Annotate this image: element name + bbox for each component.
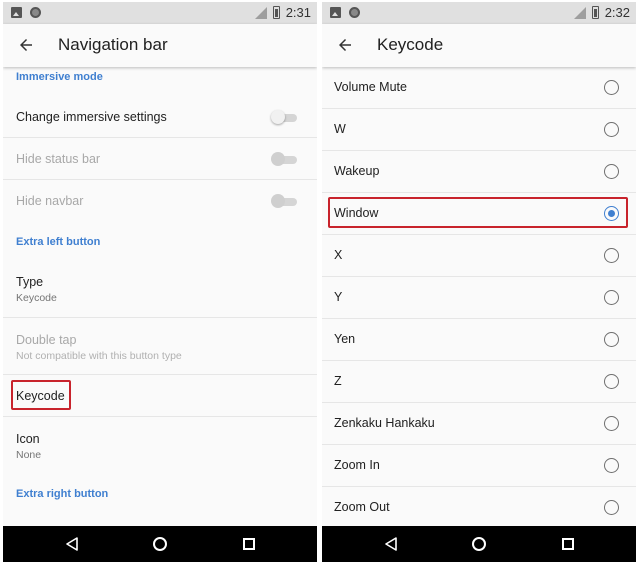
navigation-bar-settings-screen: 2:31 Navigation bar Immersive mode Chang… <box>3 2 317 562</box>
radio-button[interactable] <box>604 290 619 305</box>
arrow-back-icon[interactable] <box>336 36 354 54</box>
no-signal-icon <box>254 6 267 19</box>
highlight-box <box>11 380 71 410</box>
setting-title: Icon <box>16 432 40 446</box>
settings-list: Immersive mode Change immersive settings… <box>3 67 317 526</box>
system-nav-bar <box>322 526 636 562</box>
arrow-back-icon[interactable] <box>17 36 35 54</box>
hide-status-bar-toggle <box>271 152 297 166</box>
status-time: 2:31 <box>285 5 311 20</box>
keycode-options-list: Volume Mute W Wakeup Window X Y Yen Z Ze… <box>322 67 636 526</box>
toolbar: Keycode <box>322 24 636 67</box>
keycode-picker-screen: 2:32 Keycode Volume Mute W Wakeup Window… <box>322 2 636 562</box>
section-header-extra-right: Extra right button <box>16 488 109 500</box>
no-signal-icon <box>573 6 586 19</box>
radio-button[interactable] <box>604 122 619 137</box>
setting-title: Change immersive settings <box>16 110 167 124</box>
keycode-option-label: Yen <box>334 332 356 346</box>
setting-hide-status-bar: Hide status bar <box>3 138 317 180</box>
keycode-option-label: Wakeup <box>334 164 380 178</box>
keycode-option-label: W <box>334 122 346 136</box>
setting-title: Hide navbar <box>16 194 84 208</box>
image-icon <box>330 7 341 18</box>
nav-home-icon[interactable] <box>472 537 486 551</box>
radio-button[interactable] <box>604 80 619 95</box>
page-title: Keycode <box>377 35 444 54</box>
radio-button[interactable] <box>604 332 619 347</box>
radio-button[interactable] <box>604 458 619 473</box>
keycode-option-label: Zenkaku Hankaku <box>334 416 435 430</box>
setting-title: Hide status bar <box>16 152 101 166</box>
setting-icon[interactable]: Icon None <box>3 417 317 475</box>
setting-hide-navbar: Hide navbar <box>3 180 317 222</box>
radio-button[interactable] <box>604 416 619 431</box>
status-bar: 2:32 <box>322 2 636 24</box>
radio-button[interactable] <box>604 248 619 263</box>
keycode-option[interactable]: Yen <box>322 319 636 361</box>
radio-button[interactable] <box>604 500 619 515</box>
keycode-option-label: Zoom Out <box>334 500 390 514</box>
battery-icon <box>591 6 599 19</box>
keycode-option-selected[interactable]: Window <box>322 193 636 235</box>
setting-value: None <box>16 449 42 461</box>
nav-recents-icon[interactable] <box>562 538 574 550</box>
circle-icon <box>349 7 360 18</box>
keycode-option[interactable]: X <box>322 235 636 277</box>
radio-button[interactable] <box>604 164 619 179</box>
nav-back-icon[interactable] <box>384 537 398 551</box>
keycode-option-label: X <box>334 248 343 262</box>
status-bar: 2:31 <box>3 2 317 24</box>
circle-icon <box>30 7 41 18</box>
keycode-option-label: Zoom In <box>334 458 380 472</box>
keycode-option-label: Y <box>334 290 343 304</box>
setting-type[interactable]: Type Keycode <box>3 260 317 318</box>
setting-title: Type <box>16 275 44 289</box>
keycode-option[interactable]: Zoom In <box>322 445 636 487</box>
highlight-box <box>328 197 628 228</box>
keycode-option[interactable]: Y <box>322 277 636 319</box>
section-header-extra-left: Extra left button <box>16 236 101 248</box>
keycode-option[interactable]: Volume Mute <box>322 67 636 109</box>
radio-button[interactable] <box>604 374 619 389</box>
setting-double-tap: Double tap Not compatible with this butt… <box>3 318 317 375</box>
change-immersive-toggle[interactable] <box>271 110 297 124</box>
image-icon <box>11 7 22 18</box>
keycode-option-label: Z <box>334 374 342 388</box>
setting-value: Keycode <box>16 292 57 304</box>
setting-keycode[interactable]: Keycode <box>3 375 317 417</box>
keycode-option-label: Volume Mute <box>334 80 407 94</box>
setting-title: Double tap <box>16 333 77 347</box>
setting-description: Not compatible with this button type <box>16 350 182 362</box>
keycode-option[interactable]: Zenkaku Hankaku <box>322 403 636 445</box>
status-time: 2:32 <box>604 5 630 20</box>
keycode-option[interactable]: Zoom Out <box>322 487 636 526</box>
hide-navbar-toggle <box>271 194 297 208</box>
toolbar: Navigation bar <box>3 24 317 67</box>
keycode-option[interactable]: Z <box>322 361 636 403</box>
battery-icon <box>272 6 280 19</box>
nav-recents-icon[interactable] <box>243 538 255 550</box>
setting-change-immersive[interactable]: Change immersive settings <box>3 96 317 138</box>
keycode-option[interactable]: Wakeup <box>322 151 636 193</box>
section-header-immersive: Immersive mode <box>16 71 103 83</box>
page-title: Navigation bar <box>58 35 168 54</box>
keycode-option[interactable]: W <box>322 109 636 151</box>
system-nav-bar <box>3 526 317 562</box>
nav-home-icon[interactable] <box>153 537 167 551</box>
nav-back-icon[interactable] <box>65 537 79 551</box>
